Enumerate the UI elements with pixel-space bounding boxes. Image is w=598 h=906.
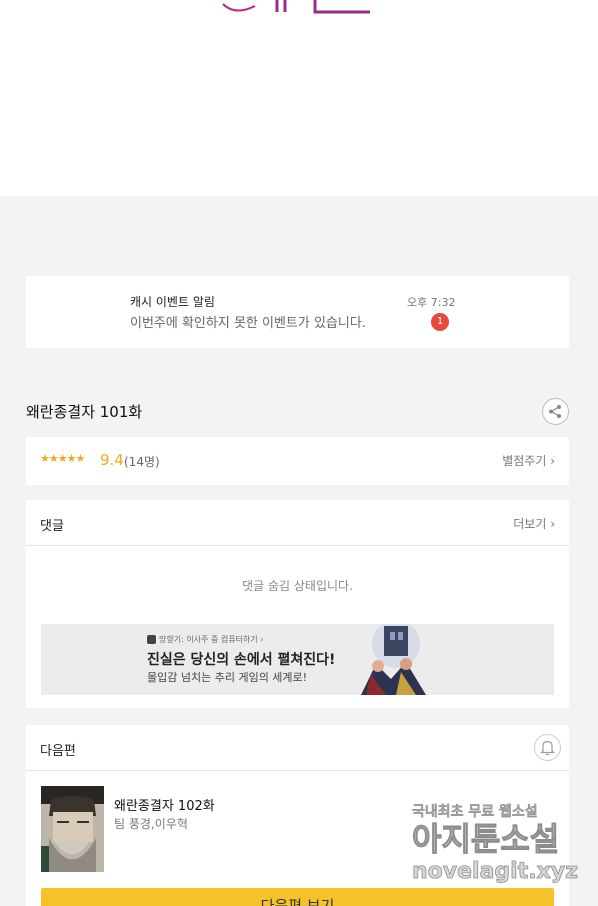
- app-icon: [147, 635, 156, 644]
- watermark-line1: 국내최초 무료 웹소설: [412, 804, 538, 820]
- title-logo-fragment: [222, 0, 370, 14]
- next-episode-title[interactable]: 왜란종결자 102화: [114, 795, 215, 814]
- comments-section: 댓글 더보기 › 댓글 숨김 상태입니다. 망향기: 이사주 중 컴퓨터하기 ›…: [26, 500, 569, 708]
- ad-subtext: 몰입감 넘치는 추리 게임의 세계로!: [147, 671, 308, 684]
- cash-event-notice[interactable]: 캐시 이벤트 알림 이번주에 확인하지 못한 이벤트가 있습니다. 오후 7:3…: [26, 276, 569, 348]
- watermark-line2: 아지툰소설: [412, 820, 559, 858]
- ad-game-art: [361, 624, 426, 695]
- bell-icon: [540, 740, 555, 756]
- next-episode-thumbnail[interactable]: [41, 786, 104, 872]
- ad-small-text: 망향기: 이사주 중 컴퓨터하기 ›: [147, 634, 263, 645]
- comments-hidden-message: 댓글 숨김 상태입니다.: [242, 579, 353, 593]
- next-episode-authors: 팀 풍경,이우혁: [114, 817, 188, 831]
- rating-bar: ★★★★★ 9.4 (14명) 별점주기 ›: [26, 437, 569, 485]
- rating-score: 9.4: [100, 451, 124, 469]
- episode-title: 왜란종결자 101화: [26, 403, 143, 421]
- ad-small-label: 망향기: 이사주 중 컴퓨터하기 ›: [159, 635, 264, 644]
- notification-button[interactable]: [534, 734, 561, 761]
- share-icon: [549, 405, 561, 418]
- top-image-area: [0, 0, 598, 196]
- watermark: 국내최초 무료 웹소설 아지툰소설 novelagit.xyz: [412, 804, 579, 885]
- share-button[interactable]: [542, 398, 569, 425]
- thumbnail-art: [41, 786, 104, 872]
- watermark-line3: novelagit.xyz: [412, 859, 578, 884]
- rating-stars: ★★★★★: [40, 452, 85, 465]
- comments-header: 댓글 더보기 ›: [26, 500, 569, 546]
- rate-button[interactable]: 별점주기 ›: [502, 452, 555, 469]
- rating-count: (14명): [124, 455, 160, 469]
- notice-time: 오후 7:32: [407, 296, 456, 309]
- notice-badge: 1: [431, 313, 449, 331]
- next-episode-section-title: 다음편: [40, 744, 76, 759]
- notice-title: 캐시 이벤트 알림: [130, 295, 215, 309]
- notice-message: 이번주에 확인하지 못한 이벤트가 있습니다.: [130, 316, 366, 331]
- comments-more-button[interactable]: 더보기 ›: [513, 515, 555, 532]
- next-episode-header: 다음편: [26, 725, 569, 771]
- comments-title: 댓글: [40, 519, 64, 534]
- next-episode-button[interactable]: 다음편 보기: [41, 888, 554, 906]
- ad-banner[interactable]: 망향기: 이사주 중 컴퓨터하기 › 진실은 당신의 손에서 펼쳐진다! 몰입감…: [41, 624, 554, 695]
- ad-headline: 진실은 당신의 손에서 펼쳐진다!: [147, 652, 336, 668]
